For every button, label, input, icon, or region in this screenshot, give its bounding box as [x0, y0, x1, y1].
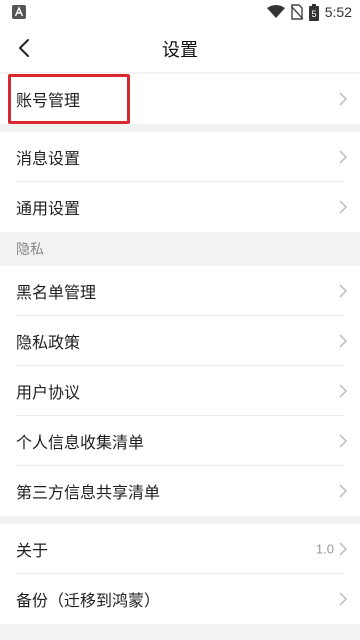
row-general-settings[interactable]: 通用设置: [0, 182, 360, 232]
row-backup-migrate[interactable]: 备份（迁移到鸿蒙）: [0, 574, 360, 624]
battery-icon: 5: [308, 3, 319, 21]
chevron-right-icon: [339, 384, 348, 398]
chevron-right-icon: [339, 434, 348, 448]
row-label: 关于: [16, 541, 49, 560]
row-personal-info-list[interactable]: 个人信息收集清单: [0, 416, 360, 466]
page-title: 设置: [162, 40, 198, 61]
row-third-party-sharing-list[interactable]: 第三方信息共享清单: [0, 466, 360, 516]
row-label: 第三方信息共享清单: [16, 483, 161, 502]
chevron-right-icon: [339, 200, 348, 214]
row-blacklist-management[interactable]: 黑名单管理: [0, 266, 360, 316]
chevron-right-icon: [339, 150, 348, 164]
row-label: 用户协议: [16, 383, 81, 402]
wifi-icon: [266, 5, 285, 18]
section-header-privacy: 隐私: [0, 232, 360, 264]
no-sim-icon: [290, 4, 303, 20]
svg-text:5: 5: [311, 9, 316, 19]
row-label: 账号管理: [16, 91, 81, 110]
general-group: 消息设置 通用设置: [0, 132, 360, 232]
row-label: 黑名单管理: [16, 283, 97, 302]
row-label: 隐私政策: [16, 333, 81, 352]
row-user-agreement[interactable]: 用户协议: [0, 366, 360, 416]
section-header-label: 隐私: [16, 242, 44, 258]
account-group: 账号管理: [0, 74, 360, 124]
row-account-management[interactable]: 账号管理: [0, 74, 360, 124]
row-privacy-policy[interactable]: 隐私政策: [0, 316, 360, 366]
status-bar: 5 5:52: [0, 0, 360, 24]
chevron-right-icon: [339, 334, 348, 348]
version-value: 1.0: [315, 541, 334, 557]
row-label: 通用设置: [16, 199, 81, 218]
row-label: 消息设置: [16, 149, 81, 168]
a-notification-icon: [12, 5, 26, 19]
about-group: 关于 1.0 备份（迁移到鸿蒙）: [0, 524, 360, 624]
chevron-right-icon: [339, 284, 348, 298]
row-about[interactable]: 关于 1.0: [0, 524, 360, 574]
chevron-right-icon: [339, 484, 348, 498]
row-label: 个人信息收集清单: [16, 433, 145, 452]
chevron-right-icon: [339, 92, 348, 106]
row-message-settings[interactable]: 消息设置: [0, 132, 360, 182]
status-time: 5:52: [324, 4, 352, 20]
chevron-right-icon: [339, 592, 348, 606]
chevron-right-icon: [339, 542, 348, 556]
privacy-group: 黑名单管理 隐私政策 用户协议 个人信息收集清单 第三方信息共享清单: [0, 266, 360, 516]
title-bar: 设置: [0, 24, 360, 72]
row-label: 备份（迁移到鸿蒙）: [16, 591, 161, 610]
